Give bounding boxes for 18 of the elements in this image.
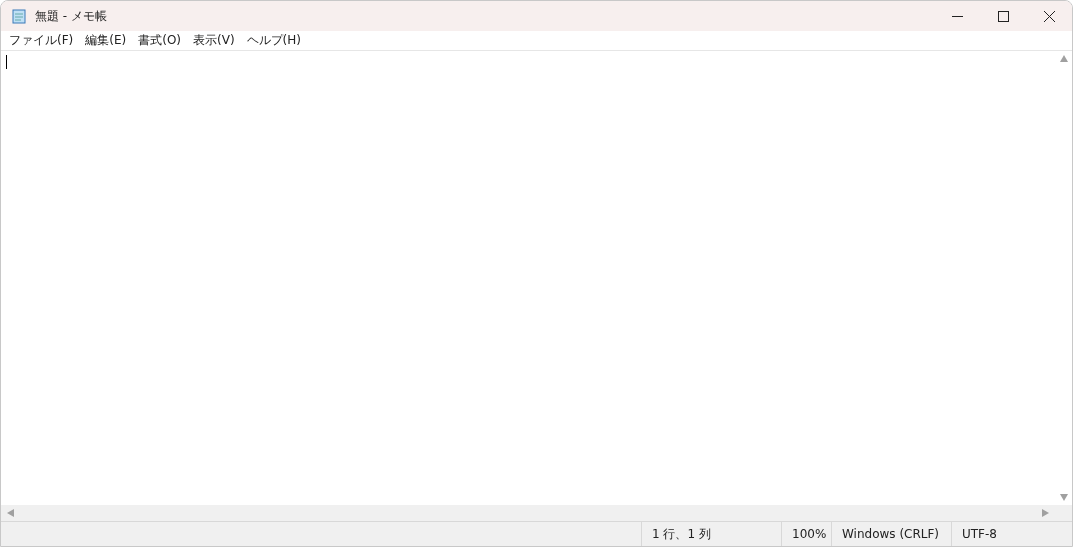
menu-item[interactable]: ヘルプ(H)	[240, 32, 307, 49]
minimize-icon	[951, 15, 963, 17]
scroll-left-icon[interactable]	[7, 509, 14, 517]
menu-item[interactable]: 書式(O)	[132, 32, 188, 49]
window-title: 無題 - メモ帳	[35, 7, 108, 25]
status-text: 100%	[781, 522, 831, 546]
menu-item[interactable]: ファイル(F)	[3, 32, 80, 49]
scroll-right-icon[interactable]	[1042, 509, 1049, 517]
notepad-icon	[11, 8, 27, 24]
status-text: 1 行、1 列	[641, 522, 781, 546]
maximize-icon	[997, 10, 1009, 22]
status-text: UTF-8	[951, 522, 1056, 546]
scroll-down-icon[interactable]	[1059, 494, 1068, 501]
scroll-up-icon[interactable]	[1059, 55, 1068, 62]
status-text: Windows (CRLF)	[831, 522, 951, 546]
menu-item[interactable]: 編集(E)	[79, 32, 133, 49]
close-icon	[1043, 10, 1055, 22]
menu-item[interactable]: 表示(V)	[187, 32, 241, 49]
